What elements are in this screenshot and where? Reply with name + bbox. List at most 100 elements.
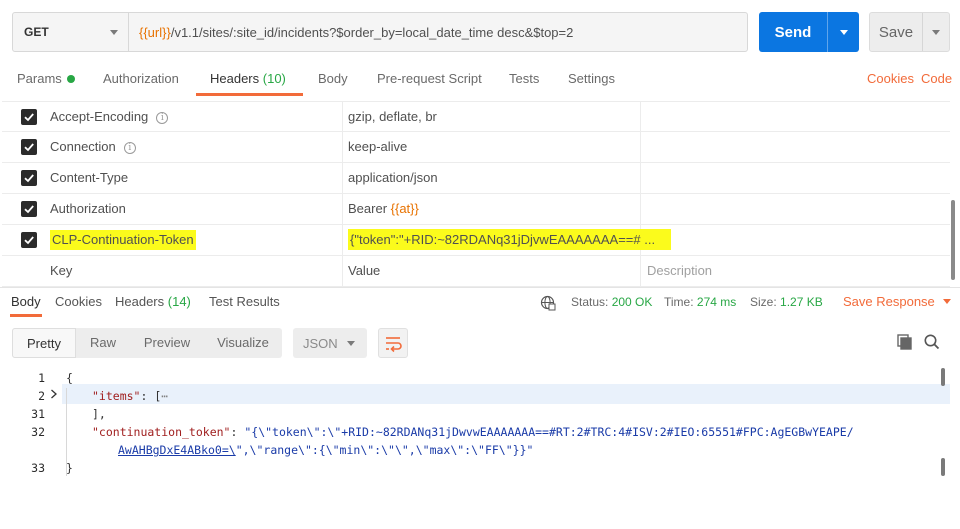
info-icon[interactable]: i [156,112,169,124]
checkbox-checked-icon[interactable] [21,232,37,248]
response-time: Time: 274 ms [664,288,736,317]
status-label: Status: [571,295,609,309]
line-number: 1 [38,371,45,385]
cookies-link[interactable]: Cookies [867,64,914,96]
header-row: CLP-Continuation-Token {"token":"+RID:~8… [2,225,950,256]
header-key[interactable]: Connection i [50,132,136,162]
globe-icon[interactable] [540,295,556,311]
value-input[interactable]: Value [348,256,380,286]
header-value[interactable]: keep-alive [348,132,407,162]
header-value[interactable]: {"token":"+RID:~82RDANq31jDjvwEAAAAAAA==… [348,225,672,255]
tab-response-headers[interactable]: Headers (14) [115,288,191,317]
view-mode-selector: Pretty Raw Preview Visualize [12,328,282,358]
wrap-lines-icon [386,337,402,353]
chevron-down-icon [110,29,118,35]
method-select[interactable]: GET [13,13,129,51]
code-line: "items": [⋯ [92,389,168,403]
json-key: "items" [92,389,141,403]
header-key-text: CLP-Continuation-Token [50,230,196,250]
chevron-down-icon [347,340,355,346]
copy-icon[interactable] [896,333,914,351]
tab-params[interactable]: Params [17,64,75,96]
line-number: 32 [31,425,45,439]
header-value[interactable]: gzip, deflate, br [348,102,437,132]
tab-response-cookies[interactable]: Cookies [55,288,102,317]
header-row: Authorization Bearer {{at}} [2,194,950,225]
header-key[interactable]: Content-Type [50,163,128,193]
code-link[interactable]: Code [921,64,952,96]
collapsed-ellipsis[interactable]: ⋯ [161,389,168,403]
status-value: 200 OK [611,295,653,309]
line-number: 2 [38,389,45,403]
header-key[interactable]: Authorization [50,194,126,224]
checkbox-checked-icon[interactable] [21,170,37,186]
tab-label: Authorization [103,71,179,86]
header-value[interactable]: Bearer {{at}} [348,194,419,224]
size-value: 1.27 KB [780,295,823,309]
json-string: "{\"token\":\"+RID:~82RDANq31jDwvwEAAAAA… [244,425,854,439]
code-line-wrapped: AwAHBgDxE4ABko0=\",\"range\":{\"min\":\"… [118,443,533,457]
header-value-text: Bearer [348,201,391,216]
url-path: /v1.1/sites/:site_id/incidents?$order_by… [170,24,574,40]
save-response-button[interactable]: Save Response [843,288,951,317]
headers-table: Accept-Encoding i gzip, deflate, br Conne… [2,101,950,287]
response-status: Status: 200 OK [571,288,652,317]
format-select[interactable]: JSON [293,328,367,358]
chevron-down-icon [932,29,940,35]
time-value: 274 ms [696,295,737,309]
header-key-text: Accept-Encoding [50,109,149,124]
description-input[interactable]: Description [647,256,712,286]
time-label: Time: [664,295,694,309]
info-icon[interactable]: i [123,142,136,154]
tab-label: Settings [568,71,615,86]
headers-scrollbar[interactable] [951,200,955,280]
response-bar: Body Cookies Headers (14) Test Results S… [0,287,960,317]
checkbox-checked-icon[interactable] [21,201,37,217]
wrap-lines-button[interactable] [378,328,408,358]
send-dropdown[interactable] [828,29,859,35]
size-label: Size: [750,295,777,309]
tab-test-results[interactable]: Test Results [209,288,280,317]
header-key-text: Connection [50,139,116,154]
url-input[interactable]: {{url}}/v1.1/sites/:site_id/incidents?$o… [129,13,747,51]
checkbox-checked-icon[interactable] [21,109,37,125]
view-pretty[interactable]: Pretty [12,328,76,358]
editor-scrollbar[interactable] [941,368,945,386]
json-string-link[interactable]: AwAHBgDxE4ABko0=\ [118,443,236,457]
tab-settings[interactable]: Settings [568,64,615,96]
code-token: ], [92,407,106,421]
response-body-editor[interactable]: 1 2 31 32 33 { "items": [⋯ ], "continuat… [0,366,950,486]
header-value[interactable]: application/json [348,163,438,193]
view-raw[interactable]: Raw [76,328,130,358]
view-visualize[interactable]: Visualize [204,328,282,358]
header-value-variable: {{at}} [390,201,419,216]
save-dropdown[interactable] [923,29,949,35]
key-input[interactable]: Key [50,256,72,286]
tab-tests[interactable]: Tests [509,64,539,96]
checkbox-checked-icon[interactable] [21,139,37,155]
header-value-text: {"token":"+RID:~82RDANq31jDjvwEAAAAAAA==… [348,229,672,250]
tab-body[interactable]: Body [318,64,348,96]
save-response-label: Save Response [843,294,935,309]
editor-scrollbar[interactable] [941,458,945,476]
json-string: ",\"range\":{\"min\":\"\",\"max\":\"FF\"… [235,443,534,457]
line-number: 33 [31,461,45,475]
tab-headers[interactable]: Headers (10) [196,64,303,96]
tab-pre-request-script[interactable]: Pre-request Script [377,64,482,96]
search-icon[interactable] [923,333,941,351]
header-row: Accept-Encoding i gzip, deflate, br [2,101,950,132]
view-preview[interactable]: Preview [130,328,204,358]
tab-authorization[interactable]: Authorization [103,64,179,96]
save-button[interactable]: Save [869,12,950,52]
header-row: Content-Type application/json [2,163,950,194]
code-line: { [66,371,73,385]
code-token: : [ [140,389,162,403]
format-label: JSON [303,335,338,351]
tab-count: (14) [167,294,191,309]
request-tabs: Params Authorization Headers (10) Body P… [0,64,960,96]
send-button[interactable]: Send [759,12,859,52]
header-key[interactable]: CLP-Continuation-Token [50,225,196,255]
header-key[interactable]: Accept-Encoding i [50,102,169,132]
tab-response-body[interactable]: Body [10,288,42,317]
json-key: "continuation_token" [92,425,231,439]
